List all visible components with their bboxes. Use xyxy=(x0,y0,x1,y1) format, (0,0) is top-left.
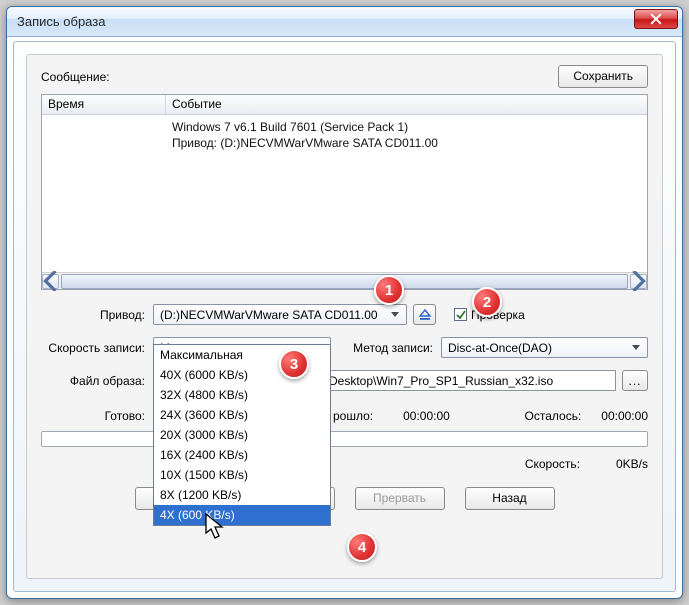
log-line: Привод: (D:)NECVMWarVMware SATA CD011.00 xyxy=(172,135,647,151)
log-hscrollbar[interactable] xyxy=(42,272,647,289)
annotation-3: 3 xyxy=(279,349,309,379)
chevron-left-icon xyxy=(43,271,58,291)
image-file-label: Файл образа: xyxy=(41,374,153,388)
log-header: Время Событие xyxy=(42,95,647,115)
drive-label: Привод: xyxy=(41,308,153,322)
write-method-value: Disc-at-Once(DAO) xyxy=(448,341,552,355)
ready-label: Готово: xyxy=(41,409,153,423)
scroll-left-button[interactable] xyxy=(42,274,59,289)
write-method-label: Метод записи: xyxy=(331,341,441,355)
speed-option[interactable]: 32X (4800 KB/s) xyxy=(154,385,330,405)
scroll-right-button[interactable] xyxy=(630,274,647,289)
titlebar: Запись образа xyxy=(7,7,682,37)
speed-status-value: 0KB/s xyxy=(616,457,648,471)
progress-bar xyxy=(41,431,648,447)
client-area: Сообщение: Сохранить Время Событие Windo… xyxy=(13,41,676,592)
mouse-cursor-icon xyxy=(205,513,227,541)
eject-button[interactable] xyxy=(413,304,436,325)
chevron-down-icon xyxy=(388,306,402,323)
ellipsis-icon: ... xyxy=(628,374,641,388)
abort-button: Прервать xyxy=(355,487,445,510)
speed-option[interactable]: 16X (2400 KB/s) xyxy=(154,445,330,465)
elapsed-value: 00:00:00 xyxy=(403,409,450,423)
image-file-value: Desktop\Win7_Pro_SP1_Russian_x32.iso xyxy=(329,374,553,388)
remain-value: 00:00:00 xyxy=(601,409,648,423)
check-icon xyxy=(456,310,466,320)
window-title: Запись образа xyxy=(17,14,105,29)
speed-status-label: Скорость: xyxy=(525,457,580,471)
back-button[interactable]: Назад xyxy=(465,487,555,510)
write-speed-label: Скорость записи: xyxy=(41,341,153,355)
drive-value: (D:)NECVMWarVMware SATA CD011.00 xyxy=(160,308,378,322)
speed-option[interactable]: 20X (3000 KB/s) xyxy=(154,425,330,445)
speed-option[interactable]: 10X (1500 KB/s) xyxy=(154,465,330,485)
dialog-window: Запись образа Сообщение: Сохранить Время… xyxy=(6,6,683,599)
close-icon xyxy=(650,13,662,25)
log-line: Windows 7 v6.1 Build 7601 (Service Pack … xyxy=(172,119,647,135)
speed-option[interactable]: 4X (600 KB/s) xyxy=(154,505,330,525)
main-panel: Сообщение: Сохранить Время Событие Windo… xyxy=(26,54,663,579)
save-button[interactable]: Сохранить xyxy=(558,65,648,88)
annotation-1: 1 xyxy=(374,275,404,305)
remain-label: Осталось: xyxy=(525,409,582,423)
chevron-right-icon xyxy=(631,271,646,291)
speed-option[interactable]: 8X (1200 KB/s) xyxy=(154,485,330,505)
speed-option[interactable]: 24X (3600 KB/s) xyxy=(154,405,330,425)
message-label: Сообщение: xyxy=(41,70,110,84)
verify-checkbox[interactable] xyxy=(454,308,467,321)
log-col-event[interactable]: Событие xyxy=(166,95,647,114)
log-body: Windows 7 v6.1 Build 7601 (Service Pack … xyxy=(42,115,647,272)
annotation-4: 4 xyxy=(347,532,377,562)
scroll-track[interactable] xyxy=(59,274,630,289)
drive-select[interactable]: (D:)NECVMWarVMware SATA CD011.00 xyxy=(153,304,407,325)
chevron-down-icon xyxy=(629,339,643,356)
write-method-select[interactable]: Disc-at-Once(DAO) xyxy=(441,337,648,358)
annotation-2: 2 xyxy=(472,287,502,317)
eject-icon xyxy=(418,309,432,321)
log-col-time[interactable]: Время xyxy=(42,95,166,114)
browse-button[interactable]: ... xyxy=(622,370,648,391)
close-button[interactable] xyxy=(634,9,678,29)
log-list[interactable]: Время Событие Windows 7 v6.1 Build 7601 … xyxy=(41,94,648,290)
elapsed-label: рошло: xyxy=(333,409,373,423)
scroll-thumb[interactable] xyxy=(61,274,628,289)
